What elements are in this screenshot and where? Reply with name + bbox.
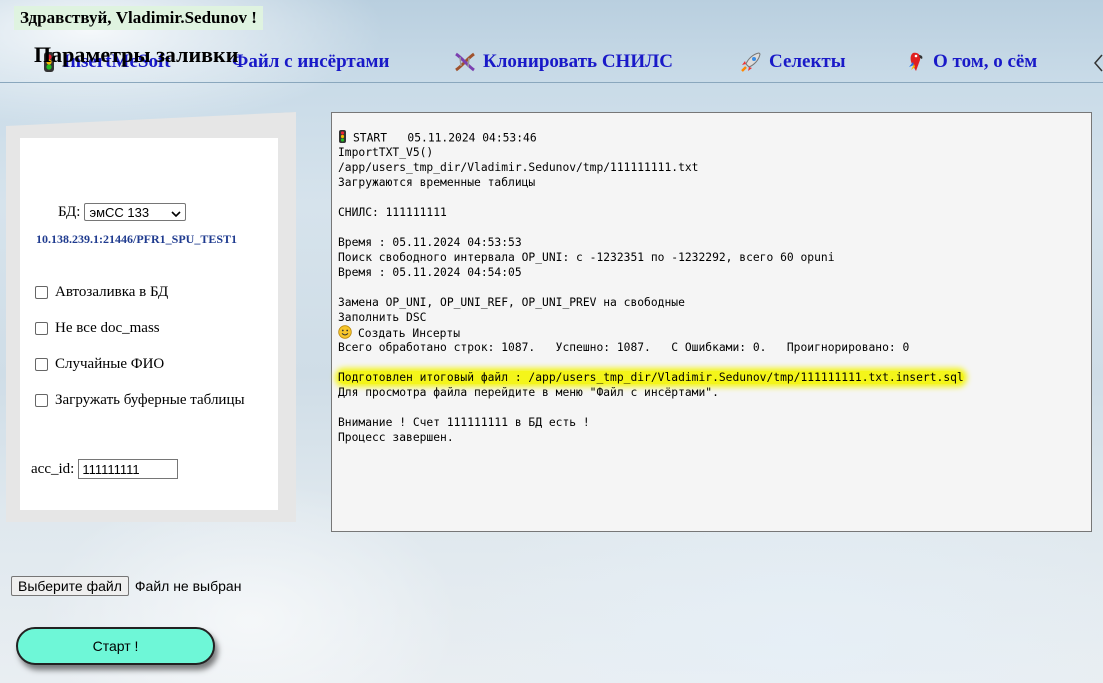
rocket-icon: [739, 51, 763, 73]
acc-id-input[interactable]: [78, 459, 179, 479]
db-label: БД:: [58, 203, 81, 220]
log-output: START 05.11.2024 04:53:46 ImportTXT_V5()…: [331, 112, 1092, 532]
log-line: Для просмотра файла перейдите в меню "Фа…: [338, 386, 719, 399]
db-selected-value: эмСС 133: [89, 204, 150, 220]
file-status: Файл не выбран: [134, 578, 242, 594]
checkbox-label: Автозаливка в БД: [55, 284, 169, 300]
choose-file-button[interactable]: Выберите файл: [11, 576, 129, 596]
log-line: Внимание ! Счет 111111111 в БД есть !: [338, 416, 590, 429]
acc-id-row: acc_id:: [31, 459, 179, 479]
checkbox-not-all-doc-mass[interactable]: Не все doc_mass: [35, 320, 160, 337]
checkbox-random-fio[interactable]: Случайные ФИО: [35, 356, 164, 373]
log-line: START 05.11.2024 04:53:46: [338, 130, 1085, 145]
checkbox-label: Загружать буферные таблицы: [55, 392, 245, 408]
checkbox-autoload[interactable]: Автозаливка в БД: [35, 284, 168, 301]
log-line: Заполнить DSC: [338, 311, 427, 324]
acc-id-label: acc_id:: [31, 460, 75, 477]
nav-label: О том, о сём: [933, 51, 1038, 72]
nav-selects[interactable]: Селекты: [739, 51, 846, 73]
dna-icon: [453, 51, 477, 73]
log-line: Время : 05.11.2024 04:53:53: [338, 236, 522, 249]
greeting: Здравствуй, Vladimir.Sedunov !: [14, 6, 263, 30]
file-upload-row: Выберите файл Файл не выбран: [11, 576, 241, 596]
parrot-icon: [905, 51, 927, 73]
nav-clone-snils[interactable]: Клонировать СНИЛС: [453, 51, 673, 73]
chevron-down-icon: [171, 205, 182, 220]
log-line: Всего обработано строк: 1087. Успешно: 1…: [338, 341, 910, 354]
log-line: Загружаются временные таблицы: [338, 176, 536, 189]
start-button[interactable]: Старт !: [16, 627, 215, 665]
log-line: /app/users_tmp_dir/Vladimir.Sedunov/tmp/…: [338, 161, 699, 174]
checkbox[interactable]: [35, 394, 48, 407]
log-line: Процесс завершен.: [338, 431, 454, 444]
log-line: Поиск свободного интервала OP_UNI: с -12…: [338, 251, 835, 264]
log-line-highlighted: Подготовлен итоговый файл : /app/users_t…: [338, 371, 964, 384]
params-title: Параметры заливки: [34, 42, 239, 67]
log-line: СНИЛС: 111111111: [338, 206, 447, 219]
checkbox-label: Случайные ФИО: [55, 356, 165, 372]
nav-label: Селекты: [769, 51, 846, 72]
checkbox-label: Не все doc_mass: [55, 320, 160, 336]
nav-label: Клонировать СНИЛС: [483, 51, 673, 72]
log-line: ImportTXT_V5(): [338, 146, 434, 159]
db-select[interactable]: эмСС 133: [84, 203, 187, 221]
log-line: Время : 05.11.2024 04:54:05: [338, 266, 522, 279]
nav-overflow-icon[interactable]: [1094, 54, 1103, 72]
checkbox[interactable]: [35, 286, 48, 299]
nav-label: Файл с инсёртами: [232, 51, 390, 72]
checkbox-buffer-tables[interactable]: Загружать буферные таблицы: [35, 392, 245, 409]
nav-about[interactable]: О том, о сём: [905, 51, 1037, 73]
nav-divider: [0, 82, 1103, 83]
log-line: Создать Инсерты: [338, 325, 1085, 340]
checkbox[interactable]: [35, 322, 48, 335]
nav-insert-file[interactable]: Файл с инсёртами: [232, 51, 389, 73]
db-row: БД: эмСС 133: [58, 203, 187, 221]
checkbox[interactable]: [35, 358, 48, 371]
log-line: Замена OP_UNI, OP_UNI_REF, OP_UNI_PREV н…: [338, 296, 685, 309]
db-connection-string: 10.138.239.1:21446/PFR1_SPU_TEST1: [36, 232, 238, 246]
